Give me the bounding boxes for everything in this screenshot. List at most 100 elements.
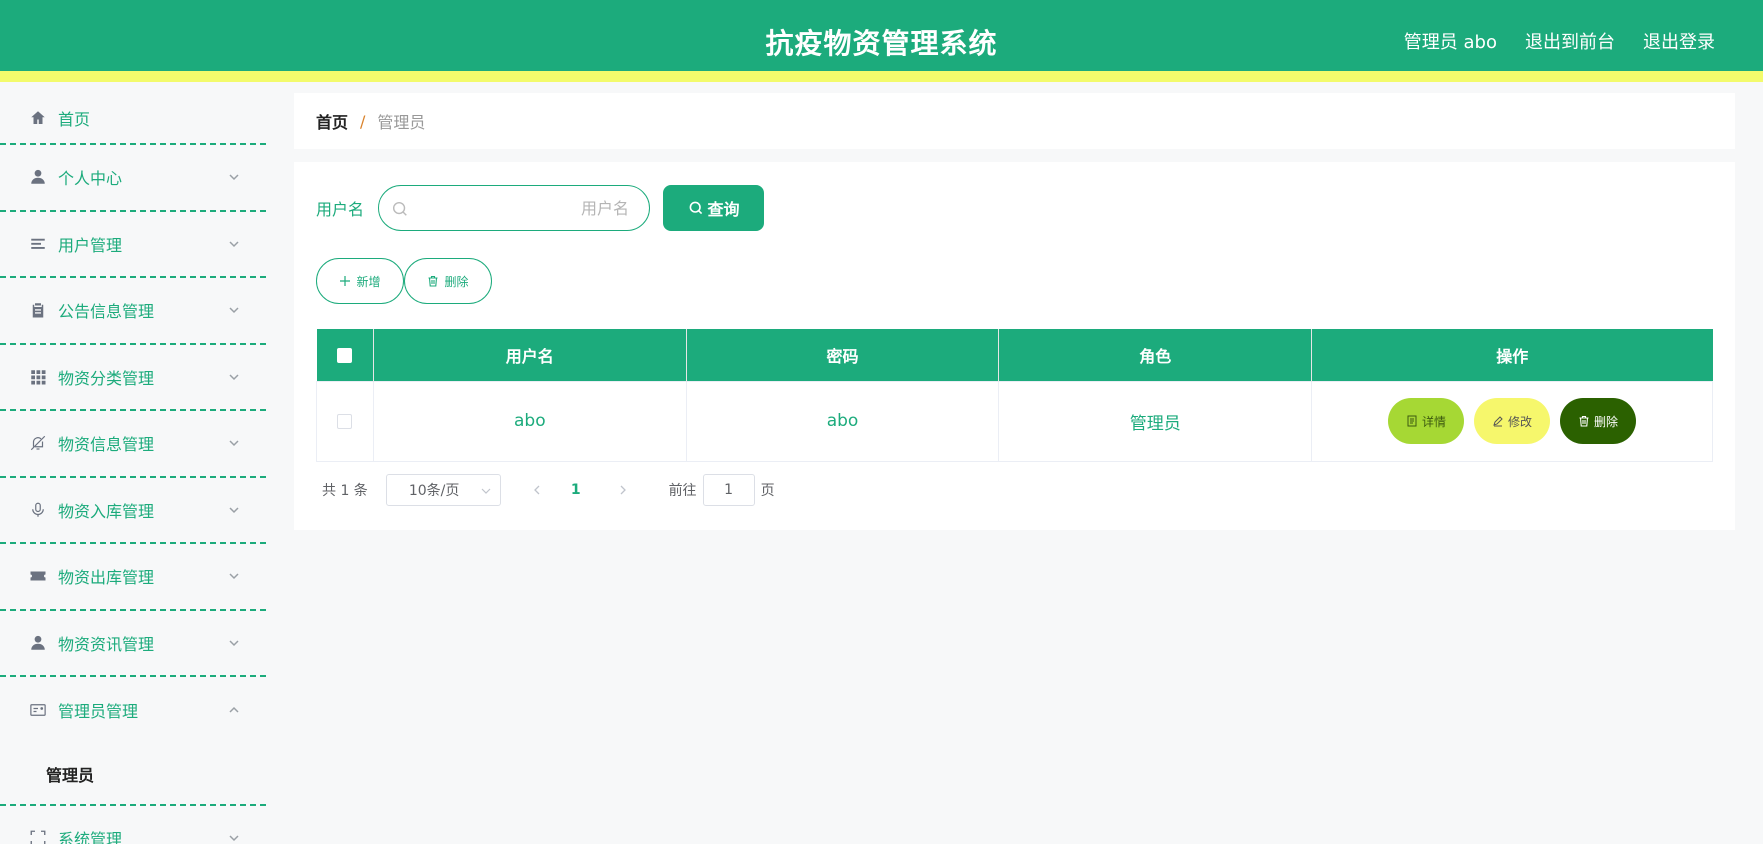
sidebar-item-material-info[interactable]: 物资信息管理 [0, 411, 266, 478]
batch-delete-button[interactable]: 删除 [404, 258, 492, 304]
sidebar-item-label: 公告信息管理 [58, 302, 155, 322]
table-header-row: 用户名 密码 角色 操作 [316, 329, 1713, 381]
chevron-down-icon [229, 241, 239, 247]
chevron-down-icon [229, 174, 239, 181]
sidebar-item-category[interactable]: 物资分类管理 [0, 345, 266, 411]
search-box [378, 185, 651, 231]
sidebar-item-label: 首页 [58, 110, 91, 129]
breadcrumb-current: 管理员 [377, 113, 426, 132]
trash-icon [1579, 415, 1589, 427]
main-panel: 用户名 查询 新增 删除 用户名 密码 角色 操作 [294, 162, 1735, 530]
sidebar-item-stock-in[interactable]: 物资入库管理 [0, 478, 266, 544]
sidebar-item-user-management[interactable]: 用户管理 [0, 212, 266, 278]
goto-page-input[interactable]: 1 [702, 474, 755, 506]
search-icon [392, 201, 407, 216]
cell-actions: 详情 修改 删除 [1311, 380, 1713, 462]
select-all-checkbox[interactable] [337, 348, 353, 364]
query-button-label: 查询 [707, 200, 740, 219]
prev-page-icon[interactable] [531, 484, 543, 496]
top-header: 抗疫物资管理系统 管理员 abo 退出到前台 退出登录 [0, 0, 1763, 82]
sidebar-item-personal-center[interactable]: 个人中心 [0, 145, 266, 212]
logout-link[interactable]: 退出登录 [1643, 28, 1715, 54]
detail-button[interactable]: 详情 [1388, 398, 1465, 444]
delete-button-label: 删除 [1594, 414, 1619, 429]
sidebar-item-announcement[interactable]: 公告信息管理 [0, 278, 266, 345]
microphone-icon [28, 500, 48, 520]
detail-button-label: 详情 [1422, 414, 1447, 429]
next-page-icon[interactable] [617, 484, 629, 496]
document-icon [1407, 415, 1417, 427]
breadcrumb-home[interactable]: 首页 [316, 109, 348, 133]
column-header-actions: 操作 [1311, 329, 1713, 381]
cell-role: 管理员 [998, 380, 1313, 462]
chevron-down-icon [229, 507, 239, 513]
sidebar-item-admin-management[interactable]: 管理员管理 [0, 677, 266, 744]
trash-icon [428, 275, 438, 287]
add-button-label: 新增 [356, 274, 381, 289]
sidebar-item-label: 物资出库管理 [58, 568, 155, 588]
pencil-icon [1493, 416, 1503, 427]
header-links: 管理员 abo 退出到前台 退出登录 [1404, 28, 1715, 54]
delete-button[interactable]: 删除 [1560, 398, 1637, 444]
sidebar-item-label: 物资入库管理 [58, 501, 155, 521]
cell-password: abo [685, 380, 1000, 462]
sidebar-item-label: 管理员管理 [58, 702, 139, 722]
grid-icon [28, 367, 48, 387]
sidebar-item-stock-out[interactable]: 物资出库管理 [0, 544, 266, 611]
username-search-input[interactable] [415, 186, 640, 230]
clipboard-icon [28, 300, 48, 320]
current-user-link[interactable]: 管理员 abo [1404, 28, 1497, 54]
batch-delete-button-label: 删除 [444, 274, 469, 289]
sidebar: 首页 个人中心 用户管理 公告信息管理 物资分类管理 物资信息管理 物资入库管理… [0, 93, 266, 844]
query-button[interactable]: 查询 [663, 185, 765, 231]
chevron-down-icon [229, 307, 239, 314]
chevron-down-icon [229, 835, 239, 841]
goto-label: 前往 [668, 483, 697, 499]
cell-username: abo [372, 380, 687, 462]
edit-button-label: 修改 [1508, 414, 1533, 429]
user-icon [28, 167, 48, 187]
chevron-down-icon [229, 573, 239, 580]
breadcrumb: 首页 / 管理员 [294, 93, 1735, 149]
person-icon [28, 633, 48, 653]
sidebar-item-system[interactable]: 系统管理 [0, 806, 266, 844]
sidebar-item-label: 物资资讯管理 [58, 634, 155, 654]
select-all-cell [316, 329, 374, 381]
page-number-current[interactable]: 1 [571, 482, 581, 498]
ticket-icon [28, 566, 48, 586]
row-checkbox[interactable] [337, 413, 353, 429]
column-header-username: 用户名 [373, 329, 687, 381]
table-row: abo abo 管理员 详情 修改 删除 [316, 380, 1713, 462]
search-label: 用户名 [316, 200, 365, 219]
sidebar-item-label: 系统管理 [58, 829, 123, 844]
sidebar-item-news[interactable]: 物资资讯管理 [0, 611, 266, 677]
sidebar-item-home[interactable]: 首页 [0, 93, 266, 145]
page-size-select[interactable]: 10条/页 [385, 474, 501, 506]
plus-icon [340, 276, 351, 286]
sidebar-subitem-label: 管理员 [46, 765, 95, 785]
chevron-down-icon [229, 440, 239, 447]
add-button[interactable]: 新增 [316, 258, 404, 304]
edit-button[interactable]: 修改 [1474, 398, 1551, 444]
admin-table: 用户名 密码 角色 操作 abo abo 管理员 详情 修改 删除 [316, 329, 1713, 462]
chevron-down-icon [229, 640, 239, 646]
sidebar-item-label: 个人中心 [58, 169, 123, 189]
action-bar: 新增 删除 [316, 258, 492, 304]
pagination-total: 共 1 条 [322, 483, 368, 499]
row-select-cell [316, 380, 374, 462]
chevron-up-icon [229, 707, 239, 713]
fullscreen-icon [28, 828, 48, 844]
home-icon [28, 108, 48, 128]
chevron-down-icon [481, 488, 491, 494]
pagination: 共 1 条 10条/页 1 前往 1 页 [322, 474, 775, 506]
column-header-role: 角色 [998, 329, 1313, 381]
page-suffix: 页 [760, 483, 775, 499]
search-icon [689, 201, 702, 215]
list-icon [28, 234, 48, 254]
sidebar-item-label: 物资分类管理 [58, 368, 155, 388]
exit-to-front-link[interactable]: 退出到前台 [1525, 28, 1615, 54]
bell-off-icon [28, 433, 48, 453]
sidebar-subitem-admin[interactable]: 管理员 [0, 744, 266, 806]
column-header-password: 密码 [686, 329, 1000, 381]
breadcrumb-separator: / [360, 111, 366, 131]
